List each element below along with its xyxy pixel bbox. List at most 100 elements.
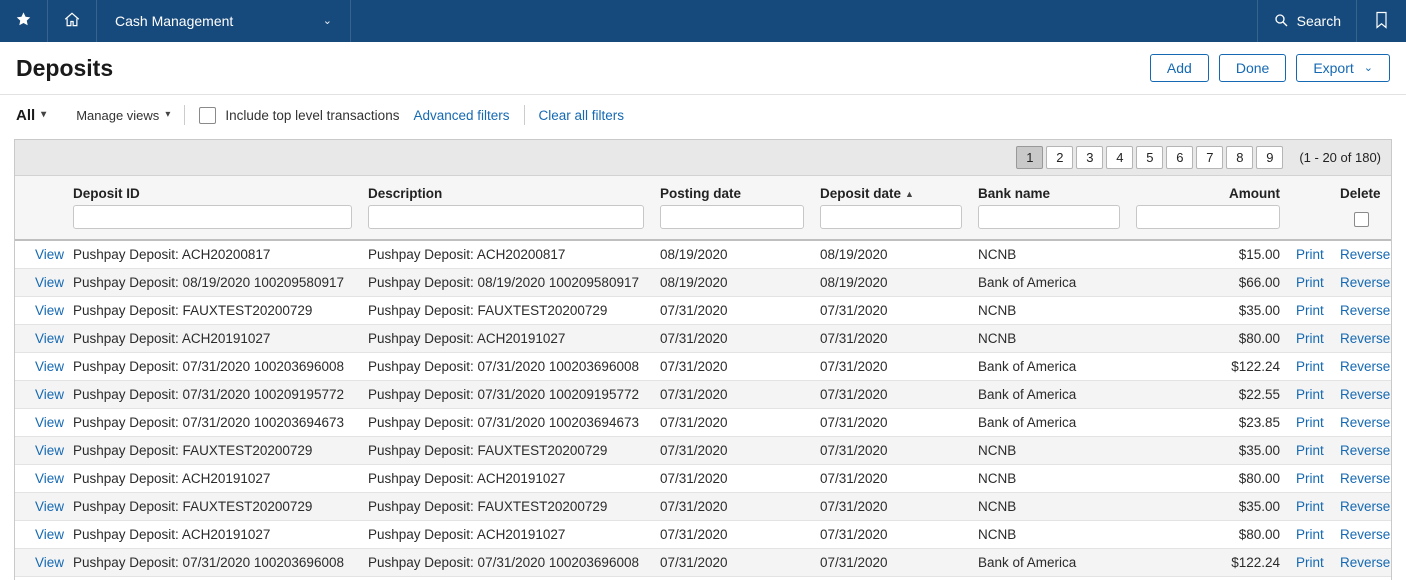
deposit-id-column-header[interactable]: Deposit ID [65,176,360,203]
bank-name-filter-input[interactable] [978,205,1120,229]
reverse-link[interactable]: Reverse [1340,387,1390,402]
done-button[interactable]: Done [1219,54,1286,82]
posting-date-cell: 07/31/2020 [652,437,812,465]
print-link[interactable]: Print [1296,387,1324,402]
caret-down-icon: ▾ [41,110,46,120]
page-button[interactable]: 8 [1226,146,1253,169]
page-button[interactable]: 1 [1016,146,1043,169]
amount-column-header[interactable]: Amount [1128,176,1288,203]
posting-date-cell: 07/31/2020 [652,493,812,521]
print-link[interactable]: Print [1296,415,1324,430]
deposit-date-cell: 07/31/2020 [812,465,970,493]
view-link[interactable]: View [35,499,64,514]
bookmark-icon [1374,11,1389,32]
deposit-id-filter-input[interactable] [73,205,352,229]
deposit-date-cell: 07/31/2020 [812,409,970,437]
deposit-date-filter-input[interactable] [820,205,962,229]
bookmark-button[interactable] [1356,0,1406,42]
description-cell: Pushpay Deposit: ACH20191027 [360,465,652,493]
print-link[interactable]: Print [1296,471,1324,486]
posting-date-cell: 08/19/2020 [652,269,812,297]
export-button-label: Export [1313,60,1353,76]
caret-down-icon: ▾ [165,110,170,120]
print-link[interactable]: Print [1296,443,1324,458]
reverse-link[interactable]: Reverse [1340,555,1390,570]
pagination-band: 123456789 (1 - 20 of 180) [15,140,1391,176]
clear-all-filters-link[interactable]: Clear all filters [539,108,625,123]
view-link[interactable]: View [35,303,64,318]
bank-name-cell: NCNB [970,240,1128,269]
reverse-link[interactable]: Reverse [1340,415,1390,430]
manage-views-dropdown[interactable]: Manage views ▾ [76,108,170,123]
page-button[interactable]: 4 [1106,146,1133,169]
print-link[interactable]: Print [1296,499,1324,514]
posting-date-cell: 07/31/2020 [652,409,812,437]
reverse-link[interactable]: Reverse [1340,359,1390,374]
description-column-header[interactable]: Description [360,176,652,203]
print-link[interactable]: Print [1296,555,1324,570]
deposit-date-cell: 07/31/2020 [812,297,970,325]
reverse-link[interactable]: Reverse [1340,303,1390,318]
deposit-id-cell: Pushpay Deposit: 07/31/2020 100209195772 [65,577,360,580]
print-link[interactable]: Print [1296,275,1324,290]
filter-bar: All ▾ Manage views ▾ Include top level t… [0,95,1406,137]
print-link[interactable]: Print [1296,331,1324,346]
add-button[interactable]: Add [1150,54,1209,82]
page-button[interactable]: 7 [1196,146,1223,169]
advanced-filters-link[interactable]: Advanced filters [413,108,509,123]
amount-cell: $122.24 [1128,549,1288,577]
view-link[interactable]: View [35,331,64,346]
include-top-level-checkbox[interactable] [199,107,216,124]
view-link[interactable]: View [35,471,64,486]
search-icon [1273,12,1289,31]
page-button[interactable]: 5 [1136,146,1163,169]
view-link[interactable]: View [35,275,64,290]
table-row: View Pushpay Deposit: ACH20191027 Pushpa… [15,465,1391,493]
view-selector-dropdown[interactable]: All ▾ [16,107,46,124]
posting-date-column-header[interactable]: Posting date [652,176,812,203]
deposit-date-cell: 08/19/2020 [812,269,970,297]
view-link[interactable]: View [35,415,64,430]
view-link[interactable]: View [35,443,64,458]
description-filter-input[interactable] [368,205,644,229]
page-button[interactable]: 2 [1046,146,1073,169]
reverse-link[interactable]: Reverse [1340,275,1390,290]
posting-date-filter-input[interactable] [660,205,804,229]
amount-filter-input[interactable] [1136,205,1280,229]
page-button[interactable]: 9 [1256,146,1283,169]
deposits-table-container: 123456789 (1 - 20 of 180) Deposit ID Des… [14,139,1392,580]
table-row: View Pushpay Deposit: 07/31/2020 1002091… [15,577,1391,580]
bank-name-column-header[interactable]: Bank name [970,176,1128,203]
reverse-link[interactable]: Reverse [1340,527,1390,542]
home-button[interactable] [48,0,97,42]
delete-all-checkbox[interactable] [1354,212,1369,227]
search-button[interactable]: Search [1257,0,1356,42]
reverse-link[interactable]: Reverse [1340,331,1390,346]
table-row: View Pushpay Deposit: ACH20200817 Pushpa… [15,240,1391,269]
view-link[interactable]: View [35,527,64,542]
view-link[interactable]: View [35,555,64,570]
page-button[interactable]: 3 [1076,146,1103,169]
reverse-link[interactable]: Reverse [1340,247,1390,262]
reverse-link[interactable]: Reverse [1340,471,1390,486]
bank-name-cell: NCNB [970,521,1128,549]
sort-ascending-icon: ▲ [905,189,914,199]
page-button[interactable]: 6 [1166,146,1193,169]
print-link[interactable]: Print [1296,527,1324,542]
view-link[interactable]: View [35,387,64,402]
export-button[interactable]: Export ⌄ [1296,54,1390,82]
deposit-date-column-header[interactable]: Deposit date▲ [812,176,970,203]
description-cell: Pushpay Deposit: 08/19/2020 100209580917 [360,269,652,297]
reverse-link[interactable]: Reverse [1340,443,1390,458]
view-link[interactable]: View [35,247,64,262]
view-link[interactable]: View [35,359,64,374]
print-link[interactable]: Print [1296,303,1324,318]
table-row: View Pushpay Deposit: 07/31/2020 1002091… [15,381,1391,409]
print-link[interactable]: Print [1296,247,1324,262]
print-link[interactable]: Print [1296,359,1324,374]
table-body: View Pushpay Deposit: ACH20200817 Pushpa… [15,240,1391,580]
reverse-link[interactable]: Reverse [1340,499,1390,514]
deposit-id-cell: Pushpay Deposit: FAUXTEST20200729 [65,437,360,465]
favorites-button[interactable] [0,0,48,42]
module-menu[interactable]: Cash Management ⌄ [97,0,351,42]
